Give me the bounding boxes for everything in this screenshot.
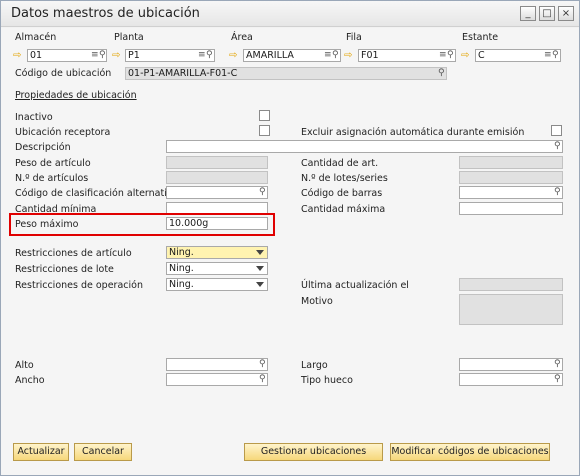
restr-articulo-label: Restricciones de artículo xyxy=(15,248,132,259)
form-body: Almacén ⇨ 01 ≡ ⚲ Planta ⇨ P1 ≡ ⚲ Área ⇨ … xyxy=(1,28,579,475)
restr-lote-select[interactable]: Ning. xyxy=(166,262,268,275)
restr-articulo-select[interactable]: Ning. xyxy=(166,246,268,259)
ancho-field[interactable] xyxy=(166,373,268,386)
cantidad-art-field xyxy=(459,156,563,169)
codigo-value: 01-P1-AMARILLA-F01-C xyxy=(128,68,238,79)
excluir-checkbox[interactable] xyxy=(551,125,562,136)
title-bar: Datos maestros de ubicación _ □ × xyxy=(1,1,579,27)
list-icon[interactable]: ≡ xyxy=(439,50,447,61)
fila-label: Fila xyxy=(346,32,362,43)
motivo-field xyxy=(459,294,563,325)
planta-label: Planta xyxy=(114,32,144,43)
list-icon[interactable]: ≡ xyxy=(544,50,552,61)
gestionar-ubicaciones-button[interactable]: Gestionar ubicaciones xyxy=(244,443,383,461)
arrow-icon[interactable]: ⇨ xyxy=(229,50,237,61)
cantidad-maxima-label: Cantidad máxima xyxy=(301,204,386,215)
descripcion-label: Descripción xyxy=(15,142,71,153)
search-icon[interactable]: ⚲ xyxy=(554,187,561,198)
chevron-down-icon xyxy=(256,250,264,255)
arrow-icon[interactable]: ⇨ xyxy=(112,50,120,61)
codigo-field: 01-P1-AMARILLA-F01-C xyxy=(125,67,447,80)
modificar-codigos-button[interactable]: Modificar códigos de ubicaciones xyxy=(390,443,550,461)
close-icon[interactable]: × xyxy=(558,6,574,21)
estante-label: Estante xyxy=(462,32,499,43)
list-icon[interactable]: ≡ xyxy=(324,50,332,61)
peso-articulo-label: Peso de artículo xyxy=(15,158,91,169)
peso-articulo-field xyxy=(166,156,268,169)
search-icon[interactable]: ⚲ xyxy=(259,359,266,370)
arrow-icon[interactable]: ⇨ xyxy=(344,50,352,61)
fila-value: F01 xyxy=(361,50,379,61)
largo-label: Largo xyxy=(301,360,328,371)
codigo-label: Código de ubicación xyxy=(15,68,112,79)
receptora-checkbox[interactable] xyxy=(259,125,270,136)
inactivo-checkbox[interactable] xyxy=(259,110,270,121)
largo-field[interactable] xyxy=(459,358,563,371)
num-lotes-label: N.º de lotes/series xyxy=(301,173,388,184)
estante-value: C xyxy=(478,50,485,61)
actualizar-button[interactable]: Actualizar xyxy=(13,443,69,461)
alto-field[interactable] xyxy=(166,358,268,371)
maximize-icon[interactable]: □ xyxy=(539,6,555,21)
section-title: Propiedades de ubicación xyxy=(15,90,137,101)
tipo-hueco-field[interactable] xyxy=(459,373,563,386)
location-master-window: Datos maestros de ubicación _ □ × Almacé… xyxy=(0,0,580,476)
motivo-label: Motivo xyxy=(301,296,333,307)
minimize-icon[interactable]: _ xyxy=(520,6,536,21)
peso-maximo-value: 10.000g xyxy=(169,218,209,229)
cantidad-maxima-field[interactable] xyxy=(459,202,563,215)
num-lotes-field xyxy=(459,171,563,184)
codigo-barras-field[interactable] xyxy=(459,186,563,199)
inactivo-label: Inactivo xyxy=(15,112,53,123)
search-icon[interactable]: ⚲ xyxy=(554,374,561,385)
search-icon[interactable]: ⚲ xyxy=(332,50,339,61)
peso-maximo-label: Peso máximo xyxy=(15,219,79,230)
peso-maximo-field[interactable]: 10.000g xyxy=(166,217,268,230)
restr-lote-value: Ning. xyxy=(169,263,194,274)
restr-operacion-select[interactable]: Ning. xyxy=(166,278,268,291)
ancho-label: Ancho xyxy=(15,375,45,386)
search-icon[interactable]: ⚲ xyxy=(438,68,445,79)
search-icon[interactable]: ⚲ xyxy=(259,374,266,385)
num-articulos-field xyxy=(166,171,268,184)
cantidad-art-label: Cantidad de art. xyxy=(301,158,379,169)
almacen-value: 01 xyxy=(30,50,43,61)
list-icon[interactable]: ≡ xyxy=(91,50,99,61)
search-icon[interactable]: ⚲ xyxy=(99,50,106,61)
search-icon[interactable]: ⚲ xyxy=(554,359,561,370)
codigo-barras-label: Código de barras xyxy=(301,188,383,199)
chevron-down-icon xyxy=(256,282,264,287)
planta-value: P1 xyxy=(128,50,140,61)
ultima-actualizacion-field xyxy=(459,278,563,291)
restr-articulo-value: Ning. xyxy=(169,247,194,258)
restr-lote-label: Restricciones de lote xyxy=(15,264,114,275)
almacen-label: Almacén xyxy=(15,32,57,43)
cancelar-button[interactable]: Cancelar xyxy=(74,443,132,461)
arrow-icon[interactable]: ⇨ xyxy=(461,50,469,61)
search-icon[interactable]: ⚲ xyxy=(552,50,559,61)
search-icon[interactable]: ⚲ xyxy=(447,50,454,61)
tipo-hueco-label: Tipo hueco xyxy=(301,375,353,386)
ultima-actualizacion-label: Última actualización el xyxy=(301,280,409,291)
arrow-icon[interactable]: ⇨ xyxy=(13,50,21,61)
codigo-clasif-field[interactable] xyxy=(166,186,268,199)
chevron-down-icon xyxy=(256,266,264,271)
excluir-label: Excluir asignación automática durante em… xyxy=(301,127,525,138)
search-icon[interactable]: ⚲ xyxy=(554,141,561,152)
receptora-label: Ubicación receptora xyxy=(15,127,111,138)
area-label: Área xyxy=(231,32,253,43)
list-icon[interactable]: ≡ xyxy=(198,50,206,61)
descripcion-field[interactable] xyxy=(166,140,563,153)
alto-label: Alto xyxy=(15,360,34,371)
num-articulos-label: N.º de artículos xyxy=(15,173,89,184)
restr-operacion-value: Ning. xyxy=(169,279,194,290)
search-icon[interactable]: ⚲ xyxy=(259,187,266,198)
search-icon[interactable]: ⚲ xyxy=(206,50,213,61)
restr-operacion-label: Restricciones de operación xyxy=(15,280,143,291)
codigo-clasif-label: Código de clasificación alternativo xyxy=(15,188,179,199)
area-value: AMARILLA xyxy=(246,50,294,61)
window-title: Datos maestros de ubicación xyxy=(11,6,200,21)
